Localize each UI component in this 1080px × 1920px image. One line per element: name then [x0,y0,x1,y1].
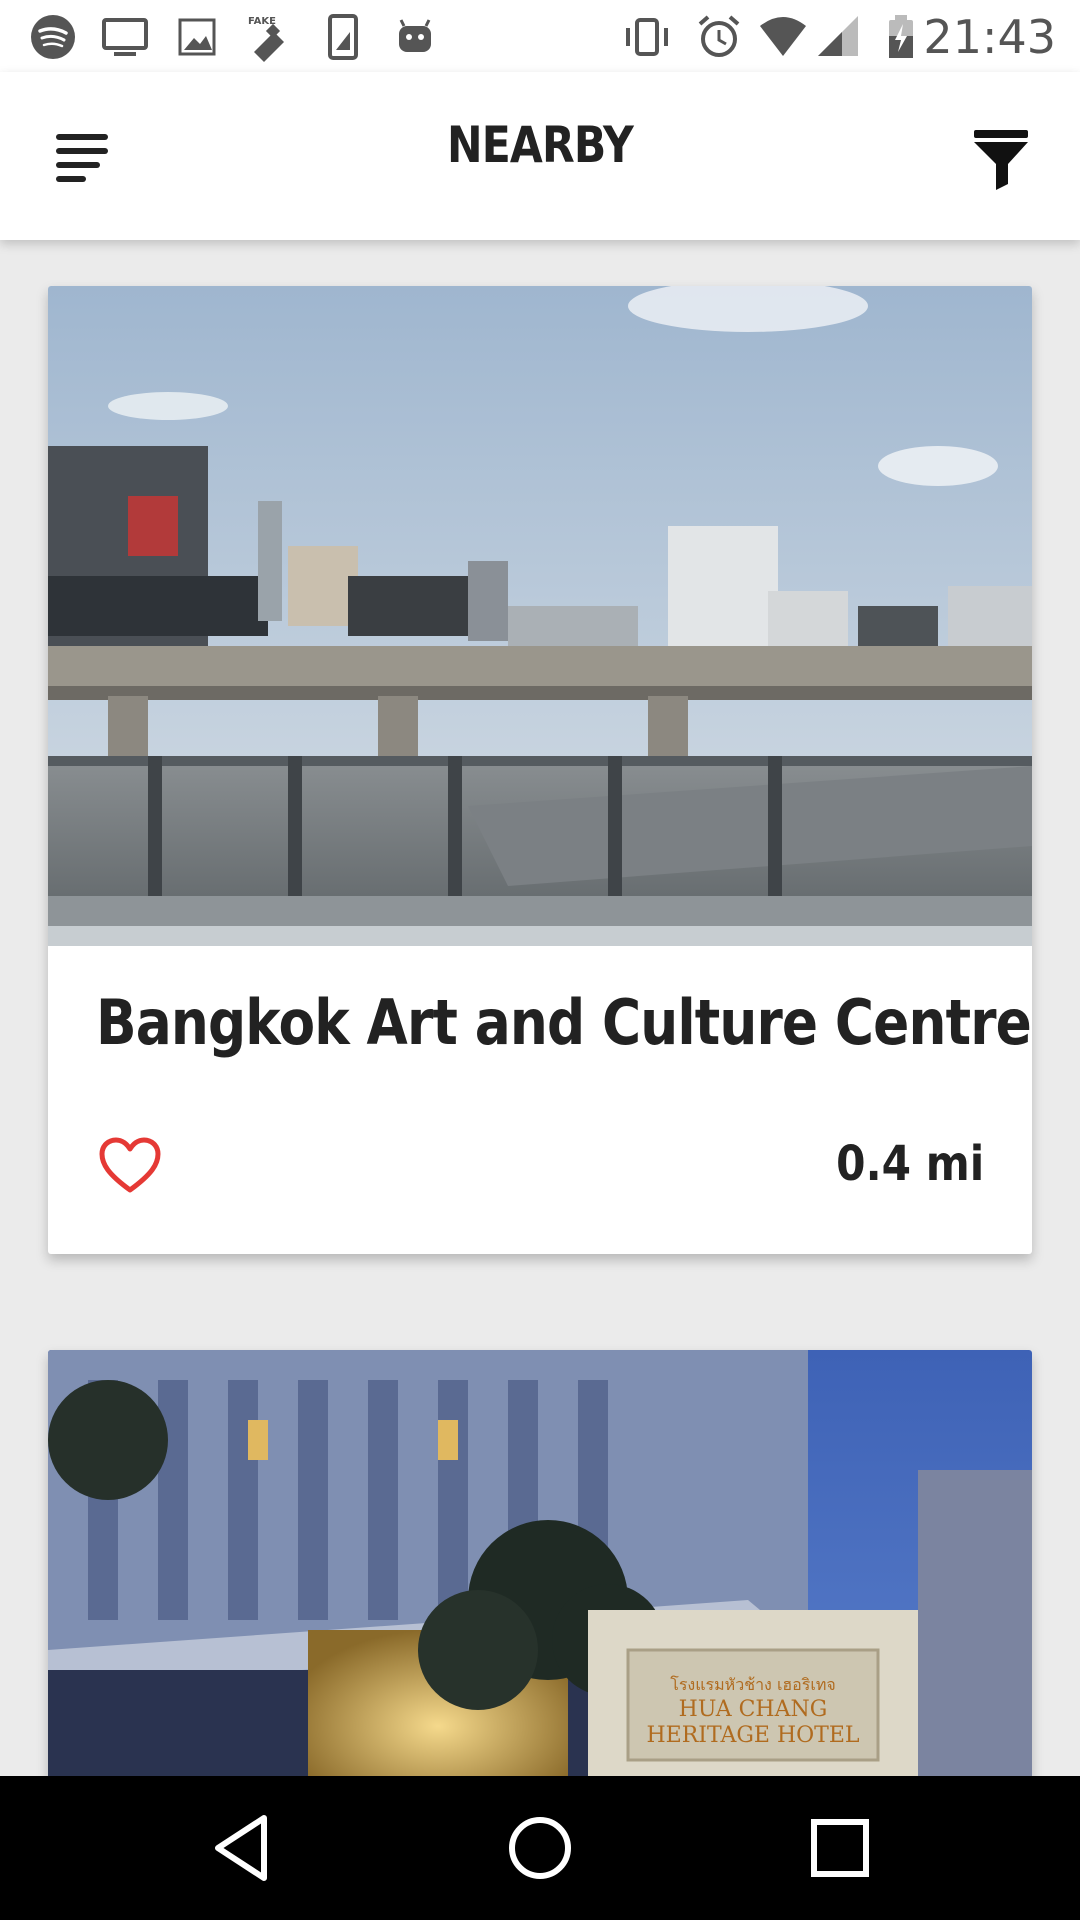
hotel-sign-thai: โรงแรมหัวช้าง เฮอริเทจ [670,1675,836,1694]
page-title: NEARBY [447,116,634,174]
filter-icon[interactable] [964,126,1036,192]
android-icon [399,19,431,52]
places-list[interactable]: Bangkok Art and Culture Centre 0.4 mi โร… [0,240,1080,1776]
place-title[interactable]: Bangkok Art and Culture Centre [96,986,1032,1059]
battery-charging-icon [889,15,913,58]
hotel-sign-line1: HUA CHANG [679,1697,828,1722]
place-card[interactable]: โรงแรมหัวช้าง เฮอริเทจ HUA CHANG HERITAG… [48,1350,1032,1776]
place-card[interactable]: Bangkok Art and Culture Centre 0.4 mi [48,286,1032,1254]
recents-icon[interactable] [802,1810,878,1886]
cast-screen-icon [102,18,148,56]
app-bar: NEARBY [0,72,1080,240]
signal-icon [818,16,858,56]
wifi-icon [760,17,806,56]
place-distance: 0.4 mi [835,1136,984,1192]
fake-gps-icon: FAKE [248,16,284,62]
vibrate-icon [626,18,668,56]
status-bar: FAKE 21:43 [0,0,1080,72]
image-icon [178,18,216,56]
place-photo-city[interactable] [48,286,1032,946]
spotify-icon [31,15,75,59]
system-nav-bar [0,1776,1080,1920]
place-photo-hotel[interactable]: โรงแรมหัวช้าง เฮอริเทจ HUA CHANG HERITAG… [48,1350,1032,1776]
heart-outline-icon[interactable] [98,1136,162,1196]
alarm-icon [698,15,740,57]
home-icon[interactable] [502,1810,578,1886]
status-time: 21:43 [923,10,1056,64]
back-icon[interactable] [204,1810,280,1886]
hotel-sign-line2: HERITAGE HOTEL [646,1723,859,1748]
sim-card-icon [328,14,358,60]
